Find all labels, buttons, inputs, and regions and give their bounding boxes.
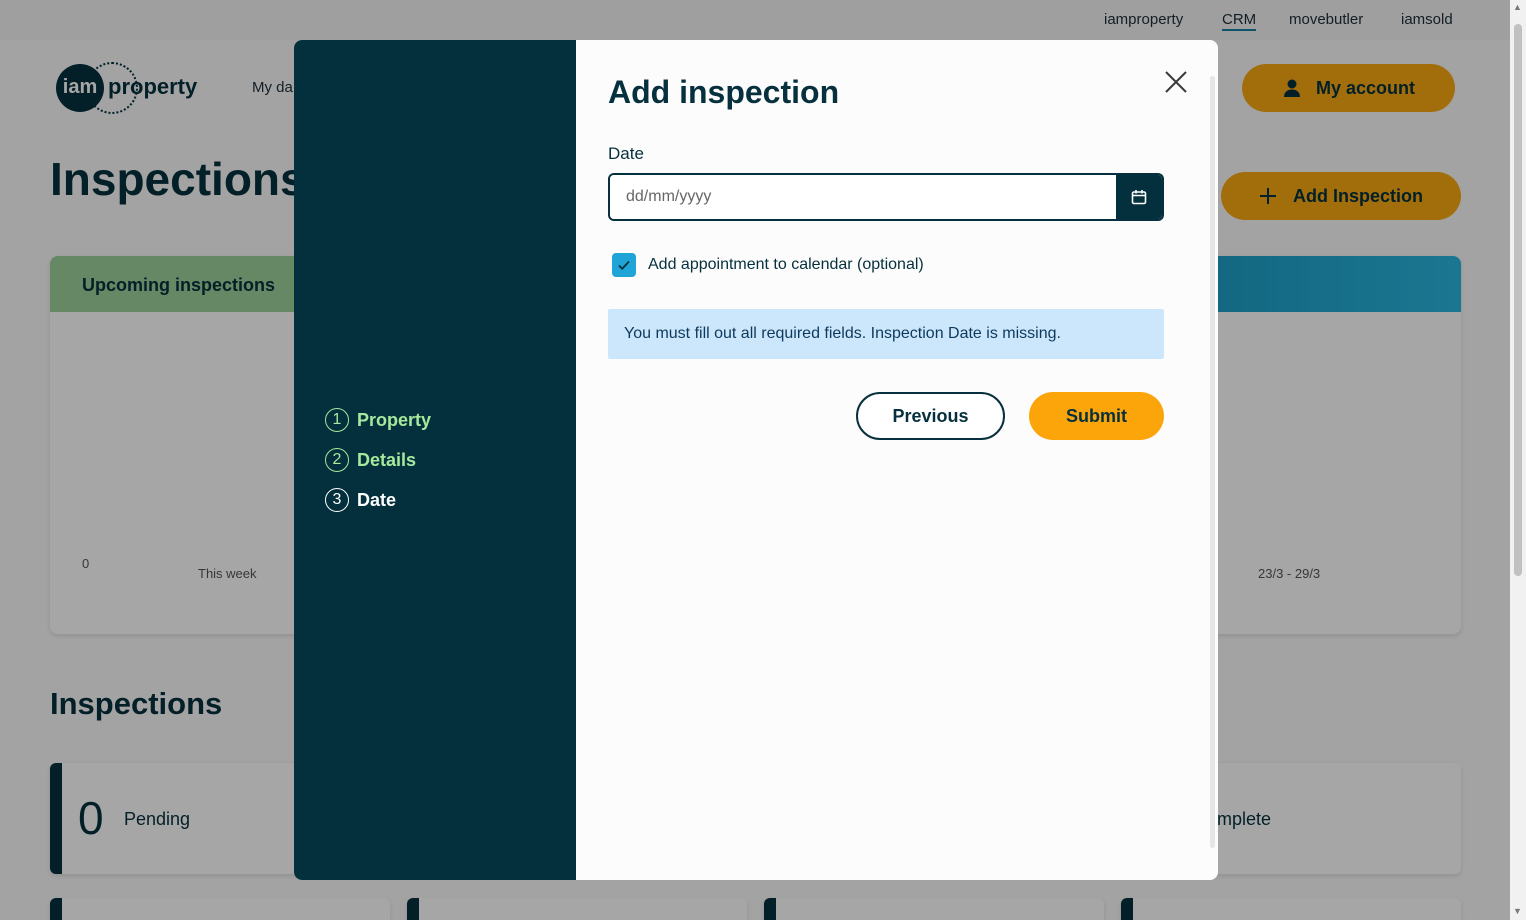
scroll-up-arrow-icon[interactable]: ▲ (1513, 2, 1522, 12)
date-input[interactable] (610, 175, 1116, 219)
modal-stepper-sidebar: 1 Property 2 Details 3 Date (294, 40, 576, 880)
check-icon (616, 257, 632, 273)
previous-button[interactable]: Previous (856, 392, 1005, 440)
scroll-down-arrow-icon[interactable]: ▼ (1513, 906, 1522, 916)
modal-title: Add inspection (608, 74, 839, 111)
step-details[interactable]: 2 Details (325, 448, 416, 472)
modal-scrollbar[interactable] (1210, 76, 1215, 848)
close-button[interactable] (1162, 68, 1190, 96)
step-property[interactable]: 1 Property (325, 408, 431, 432)
step-label: Date (357, 490, 396, 511)
date-field (608, 173, 1164, 221)
submit-button[interactable]: Submit (1029, 392, 1164, 440)
calendar-option-row: Add appointment to calendar (optional) (612, 253, 924, 277)
step-label: Property (357, 410, 431, 431)
step-number: 3 (325, 488, 349, 512)
calendar-checkbox[interactable] (612, 253, 636, 277)
validation-alert: You must fill out all required fields. I… (608, 309, 1164, 359)
scrollbar-thumb[interactable] (1514, 24, 1522, 576)
date-label: Date (608, 144, 644, 164)
page-scrollbar[interactable]: ▲ ▼ (1510, 0, 1526, 920)
step-label: Details (357, 450, 416, 471)
step-number: 1 (325, 408, 349, 432)
calendar-icon (1131, 189, 1147, 205)
modal-content: Add inspection Date Add appointment to c… (576, 40, 1218, 880)
add-inspection-modal: 1 Property 2 Details 3 Date Add inspecti… (294, 40, 1218, 880)
step-number: 2 (325, 448, 349, 472)
calendar-checkbox-label: Add appointment to calendar (optional) (648, 256, 924, 274)
close-icon (1162, 68, 1190, 96)
calendar-button[interactable] (1116, 175, 1162, 219)
step-date[interactable]: 3 Date (325, 488, 396, 512)
